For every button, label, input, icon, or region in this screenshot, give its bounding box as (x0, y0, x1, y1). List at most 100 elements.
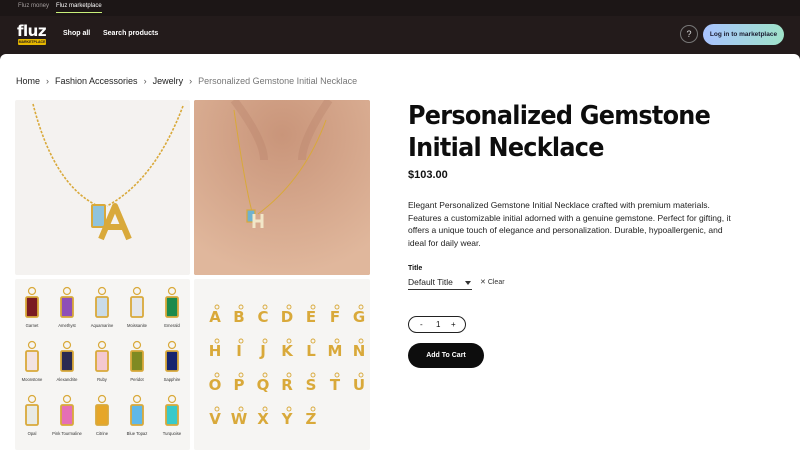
increment-button[interactable]: + (451, 320, 456, 329)
letter-charm: H (209, 338, 222, 360)
gemstone-charm: Peridot (130, 340, 144, 382)
letter-charm: Z (306, 406, 317, 428)
letter-charm: K (281, 338, 294, 360)
letter-charm: S (306, 372, 317, 394)
gemstone-charm: Turquoise (163, 394, 182, 436)
gemstone-label: Sapphire (164, 377, 181, 382)
gemstone-label: Citrine (96, 431, 109, 436)
add-to-cart-button[interactable]: Add To Cart (408, 343, 484, 368)
letter-charm-glyph: A (209, 308, 221, 326)
letter-charm-glyph: T (330, 376, 341, 394)
logo-badge: MARKETPLACE (18, 39, 46, 45)
letter-charm: T (330, 372, 341, 394)
breadcrumb-jewelry[interactable]: Jewelry (153, 76, 184, 86)
gemstone-label: Moissanite (127, 323, 148, 328)
breadcrumb-fashion-accessories[interactable]: Fashion Accessories (55, 76, 138, 86)
gemstone-charm: Citrine (95, 394, 109, 436)
top-tabs-bar: Fluz money Fluz marketplace (0, 0, 800, 16)
letter-charm-glyph: Z (306, 410, 317, 428)
letter-charm: F (330, 304, 340, 326)
help-button[interactable]: ? (680, 25, 698, 43)
letter-charms-image[interactable]: ABCDEFG HIJKLMN OPQRSTU VWXYZ (194, 279, 370, 450)
letter-charm: R (281, 372, 293, 394)
letter-charm: D (281, 304, 293, 326)
letter-charm: M (328, 338, 343, 360)
gemstone-options-image[interactable]: Garnet Amethyst Aquamarine Moissanite Emeral… (15, 279, 190, 450)
letter-charm-glyph: X (257, 410, 269, 428)
gemstone-label: Ruby (97, 377, 108, 382)
letter-charm-glyph: P (234, 376, 245, 394)
logo-text: fluz (17, 22, 47, 40)
letter-charm: A (209, 304, 221, 326)
letter-charm-glyph: E (306, 308, 316, 326)
letter-charm: E (306, 304, 316, 326)
chevron-right-icon: › (46, 76, 50, 86)
gemstone-label: Garnet (26, 323, 40, 328)
gemstone-charm: Aquamarine (91, 286, 114, 328)
letter-charm-glyph: H (209, 342, 222, 360)
product-image-main[interactable] (15, 100, 190, 275)
gemstone-charm: Sapphire (164, 340, 181, 382)
gemstone-label: Moonstone (22, 377, 43, 382)
letter-charm: I (236, 338, 244, 360)
decrement-button[interactable]: - (420, 320, 423, 329)
tab-fluz-marketplace[interactable]: Fluz marketplace (56, 3, 102, 13)
letter-charm: G (353, 304, 365, 326)
product-gallery: Garnet Amethyst Aquamarine Moissanite Emeral… (15, 100, 370, 450)
gemstone-label: Emerald (164, 323, 180, 328)
letter-charm: J (259, 338, 268, 360)
gemstone-label: Pink Tourmaline (52, 431, 82, 436)
gemstone-label: Blue Topaz (127, 431, 148, 436)
letter-charm-glyph: V (209, 410, 221, 428)
site-header: fluz MARKETPLACE Shop all Search product… (0, 16, 800, 54)
necklace-illustration (32, 103, 184, 241)
chevron-right-icon: › (189, 76, 193, 86)
letter-charm-glyph: S (306, 376, 317, 394)
purchase-controls: - 1 + Add To Cart (408, 54, 608, 450)
letter-charm-glyph: K (281, 342, 294, 360)
letter-charm-glyph: O (209, 376, 222, 394)
letter-charm-glyph: G (353, 308, 365, 326)
letter-charm-glyph: D (281, 308, 293, 326)
letter-charm-glyph: M (328, 342, 343, 360)
gemstone-label: Peridot (130, 377, 144, 382)
gemstone-label: Alexandrite (57, 377, 79, 382)
gemstone-charm: Moissanite (127, 286, 148, 328)
nav-shop-all[interactable]: Shop all (63, 30, 90, 37)
letter-charm: W (231, 406, 248, 428)
quantity-value[interactable]: 1 (436, 320, 440, 329)
letter-charm-glyph: U (353, 376, 365, 394)
gemstone-label: Amethyst (58, 323, 76, 328)
gemstone-charm: Opal (25, 394, 39, 436)
chevron-right-icon: › (143, 76, 147, 86)
letter-charm-glyph: R (281, 376, 293, 394)
breadcrumb-current: Personalized Gemstone Initial Necklace (198, 76, 358, 86)
nav-search-products[interactable]: Search products (103, 30, 158, 37)
gemstone-charm: Moonstone (22, 340, 43, 382)
question-circle-icon: ? (686, 29, 692, 39)
letter-charm: N (353, 338, 365, 360)
letter-charm-glyph: C (257, 308, 268, 326)
letter-charm-glyph: Y (281, 410, 294, 428)
letter-charm: P (234, 372, 245, 394)
tab-fluz-money[interactable]: Fluz money (18, 3, 49, 9)
letter-charm-glyph: Q (257, 376, 270, 394)
letter-charm: Q (257, 372, 270, 394)
letter-charm-glyph: J (259, 342, 266, 360)
letter-charm-grid: A B C D E F G H I J K L M N O P Q R S T U V W X Y Z (209, 304, 365, 428)
gemstone-label: Aquamarine (91, 323, 114, 328)
model-photo-illustration (194, 100, 370, 275)
letter-charm: V (209, 406, 221, 428)
gemstone-charm: Emerald (164, 286, 180, 328)
gemstone-charm: Ruby (95, 340, 109, 382)
product-image-model[interactable] (194, 100, 370, 275)
letter-charm: O (209, 372, 222, 394)
login-button[interactable]: Log in to marketplace (703, 24, 784, 45)
quantity-stepper: - 1 + (408, 316, 466, 333)
gemstone-charm: Garnet (25, 286, 40, 328)
gemstone-grid: Garnet Amethyst Aquamarine Moissanite Emeral… (22, 286, 182, 436)
breadcrumb-home[interactable]: Home (16, 76, 40, 86)
product-page: Home › Fashion Accessories › Jewelry › Persona… (0, 54, 800, 450)
breadcrumb: Home › Fashion Accessories › Jewelry › Persona… (16, 76, 357, 86)
fluz-logo[interactable]: fluz MARKETPLACE (17, 22, 47, 46)
